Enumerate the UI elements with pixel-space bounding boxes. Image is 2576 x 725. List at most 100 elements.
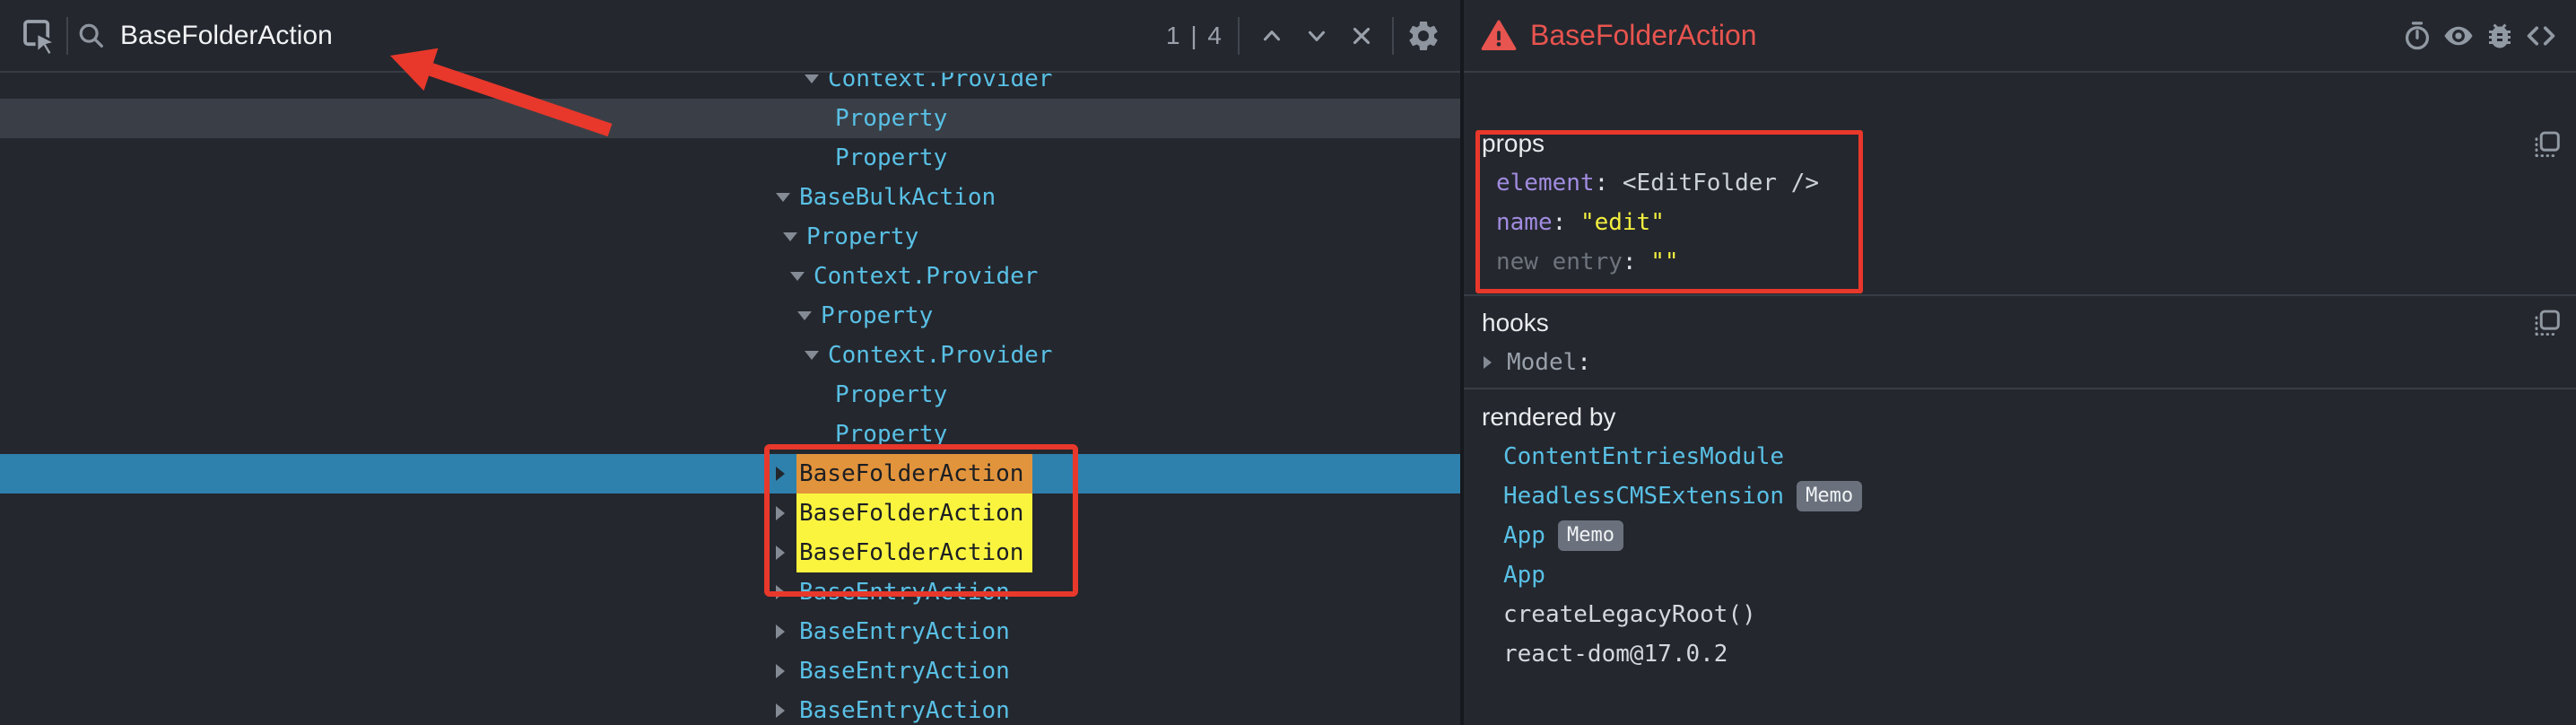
chevron-right-icon[interactable] (776, 625, 799, 639)
tree-row[interactable]: Context.Provider (0, 336, 1460, 375)
chevron-down-icon[interactable] (805, 351, 828, 360)
memo-badge: Memo (1558, 520, 1623, 551)
hook-name: Model (1507, 349, 1577, 376)
bug-icon (2484, 20, 2516, 52)
prop-row[interactable]: element: <EditFolder /> (1464, 163, 2576, 203)
chevron-right-icon[interactable] (776, 664, 799, 678)
owner-link[interactable]: ContentEntriesModule (1503, 443, 1784, 470)
chevron-down-icon (1303, 22, 1330, 49)
owner-link[interactable]: App (1503, 562, 1545, 589)
chevron-down-icon[interactable] (805, 74, 828, 83)
component-name: Property (835, 421, 947, 448)
tree-row[interactable]: Context.Provider (0, 257, 1460, 296)
previous-result-button[interactable] (1252, 14, 1292, 57)
tree-row[interactable]: Property (0, 296, 1460, 336)
chevron-right-icon[interactable] (776, 703, 799, 718)
chevron-down-icon[interactable] (776, 193, 799, 202)
code-icon (2524, 19, 2558, 53)
tree-row[interactable]: Property (0, 138, 1460, 178)
tree-row[interactable]: BaseEntryAction (0, 691, 1460, 725)
toolbar-divider (1392, 17, 1394, 55)
selected-component-panel: BaseFolderAction (1464, 0, 2576, 725)
prop-key: name (1496, 209, 1553, 236)
chevron-right-icon[interactable] (1484, 356, 1507, 369)
rendered-by-section: rendered by ContentEntriesModule Headless… (1464, 389, 2576, 674)
component-name: BaseEntryAction (799, 579, 1010, 606)
inspect-dom-button[interactable] (2438, 14, 2479, 57)
rendered-by-section-label: rendered by (1464, 397, 2576, 437)
chevron-right-icon[interactable] (776, 585, 799, 599)
search-icon (76, 21, 107, 51)
tree-row[interactable]: BaseBulkAction (0, 178, 1460, 217)
component-name: BaseFolderAction (796, 454, 1032, 494)
view-source-button[interactable] (2520, 14, 2562, 57)
copy-hooks-button[interactable] (2531, 307, 2563, 339)
copy-props-button[interactable] (2531, 128, 2563, 161)
component-tree-panel: 1 | 4 (0, 0, 1460, 725)
search-result-count: 1 | 4 (1166, 22, 1223, 50)
copy-icon (2533, 130, 2562, 159)
settings-button[interactable] (1403, 14, 1444, 57)
search-input[interactable] (120, 21, 1053, 51)
hook-colon: : (1577, 349, 1591, 376)
warning-icon (1480, 18, 1518, 54)
search-icon-wrap (74, 14, 109, 57)
clear-search-button[interactable] (1342, 14, 1381, 57)
component-name: Property (806, 223, 918, 250)
memo-badge: Memo (1797, 481, 1862, 511)
chevron-down-icon[interactable] (790, 272, 814, 281)
prop-key: element (1496, 170, 1595, 197)
props-section: props element: <EditFolder />name: "edit… (1464, 73, 2576, 296)
chevron-down-icon[interactable] (783, 232, 806, 241)
component-name: BaseEntryAction (799, 658, 1010, 685)
timer-icon (2401, 20, 2433, 52)
owner-label: createLegacyRoot() (1503, 601, 1756, 628)
toolbar-divider (1238, 17, 1240, 55)
tree-row[interactable]: Property (0, 99, 1460, 138)
component-name: Context.Provider (828, 73, 1052, 92)
tree-row[interactable]: Property (0, 375, 1460, 415)
hook-row[interactable]: Model: (1464, 343, 2576, 382)
prop-value[interactable]: "edit" (1580, 209, 1665, 236)
owner-label: react-dom@17.0.2 (1503, 641, 1727, 668)
prop-row[interactable]: name: "edit" (1464, 203, 2576, 242)
owner-link[interactable]: App (1503, 522, 1545, 549)
component-name: BaseFolderAction (796, 494, 1032, 533)
prop-value[interactable]: "" (1650, 249, 1678, 275)
eye-icon (2441, 19, 2476, 53)
tree-row[interactable]: Property (0, 415, 1460, 454)
component-name: Property (821, 302, 933, 329)
tree-row[interactable]: BaseEntryAction (0, 612, 1460, 651)
prop-key: new entry (1496, 249, 1623, 275)
inspect-element-button[interactable] (18, 14, 61, 57)
prop-value[interactable]: <EditFolder /> (1623, 170, 1819, 197)
component-name: Context.Provider (814, 263, 1038, 290)
tree-row[interactable]: Property (0, 217, 1460, 257)
prop-colon: : (1623, 249, 1650, 275)
suspend-toggle-button[interactable] (2397, 14, 2438, 57)
hooks-section: hooks Model: (1464, 296, 2576, 389)
prop-row[interactable]: new entry: "" (1464, 242, 2576, 282)
tree-row[interactable]: BaseFolderAction (0, 533, 1460, 572)
rendered-by-row: App Memo (1464, 516, 2576, 555)
rendered-by-row: createLegacyRoot() (1464, 595, 2576, 634)
chevron-down-icon[interactable] (797, 311, 821, 320)
next-result-button[interactable] (1297, 14, 1336, 57)
props-section-label: props (1464, 124, 2576, 163)
prop-colon: : (1553, 209, 1580, 236)
component-name: BaseFolderAction (796, 533, 1032, 572)
tree-row[interactable]: Context.Provider (0, 73, 1460, 99)
tree-row[interactable]: BaseEntryAction (0, 651, 1460, 691)
hooks-section-label: hooks (1464, 303, 2576, 343)
tree-row[interactable]: BaseEntryAction (0, 572, 1460, 612)
rendered-by-row: HeadlessCMSExtension Memo (1464, 476, 2576, 516)
prop-colon: : (1595, 170, 1623, 197)
tree-row[interactable]: BaseFolderAction (0, 454, 1460, 494)
rendered-by-row: App (1464, 555, 2576, 595)
owner-link[interactable]: HeadlessCMSExtension (1503, 483, 1784, 510)
tree-row[interactable]: BaseFolderAction (0, 494, 1460, 533)
component-name: BaseBulkAction (799, 184, 996, 211)
log-component-button[interactable] (2479, 14, 2520, 57)
copy-icon (2533, 309, 2562, 337)
component-name: Property (835, 105, 947, 132)
